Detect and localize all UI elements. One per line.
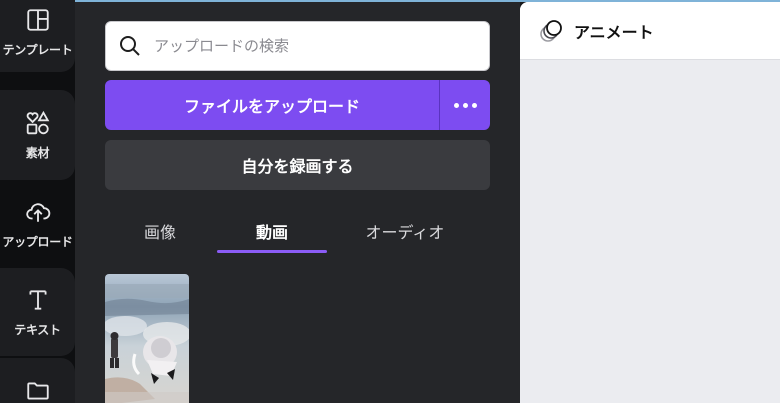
animate-circles-icon — [540, 19, 562, 42]
uploads-panel: ファイルをアップロード 自分を録画する 画像 動画 オーディオ — [75, 2, 520, 403]
search-input[interactable] — [154, 37, 474, 55]
shapes-icon — [26, 110, 49, 134]
sidebar-item-text[interactable]: テキスト — [0, 268, 75, 356]
sidebar-item-elements[interactable]: 素材 — [0, 90, 75, 180]
search-icon — [120, 36, 140, 56]
video-thumbnail[interactable] — [105, 274, 189, 403]
folder-icon — [26, 382, 49, 400]
text-t-icon — [28, 289, 47, 310]
tab-audio[interactable]: オーディオ — [325, 208, 485, 254]
record-yourself-button[interactable]: 自分を録画する — [105, 140, 490, 190]
animate-label: アニメート — [574, 22, 654, 42]
sidebar-item-uploads[interactable]: アップロード — [0, 180, 75, 268]
search-box[interactable] — [105, 21, 490, 71]
cloud-upload-icon — [25, 202, 50, 222]
tab-images[interactable]: 画像 — [105, 208, 215, 254]
sidebar-item-label: 素材 — [25, 145, 50, 160]
more-dots-icon — [452, 102, 479, 108]
sidebar-item-label: アップロード — [2, 234, 73, 249]
more-upload-options-button[interactable] — [440, 80, 490, 130]
animate-button[interactable]: アニメート — [538, 18, 654, 44]
upload-file-button[interactable]: ファイルをアップロード — [105, 80, 439, 130]
video-thumbnail-image — [105, 274, 189, 403]
animate-toolbar: アニメート — [520, 2, 780, 60]
template-layout-icon — [26, 8, 49, 31]
design-canvas-area: アニメート — [520, 2, 780, 403]
sidebar-item-templates[interactable]: テンプレート — [0, 0, 75, 72]
sidebar-item-label: テンプレート — [2, 42, 73, 57]
active-tab-indicator — [217, 250, 327, 253]
sidebar-item-folders[interactable] — [0, 358, 75, 403]
side-nav-rail: テンプレート 素材 アップロード テキスト — [0, 0, 75, 403]
tab-videos[interactable]: 動画 — [217, 208, 327, 254]
sidebar-item-label: テキスト — [14, 322, 61, 337]
